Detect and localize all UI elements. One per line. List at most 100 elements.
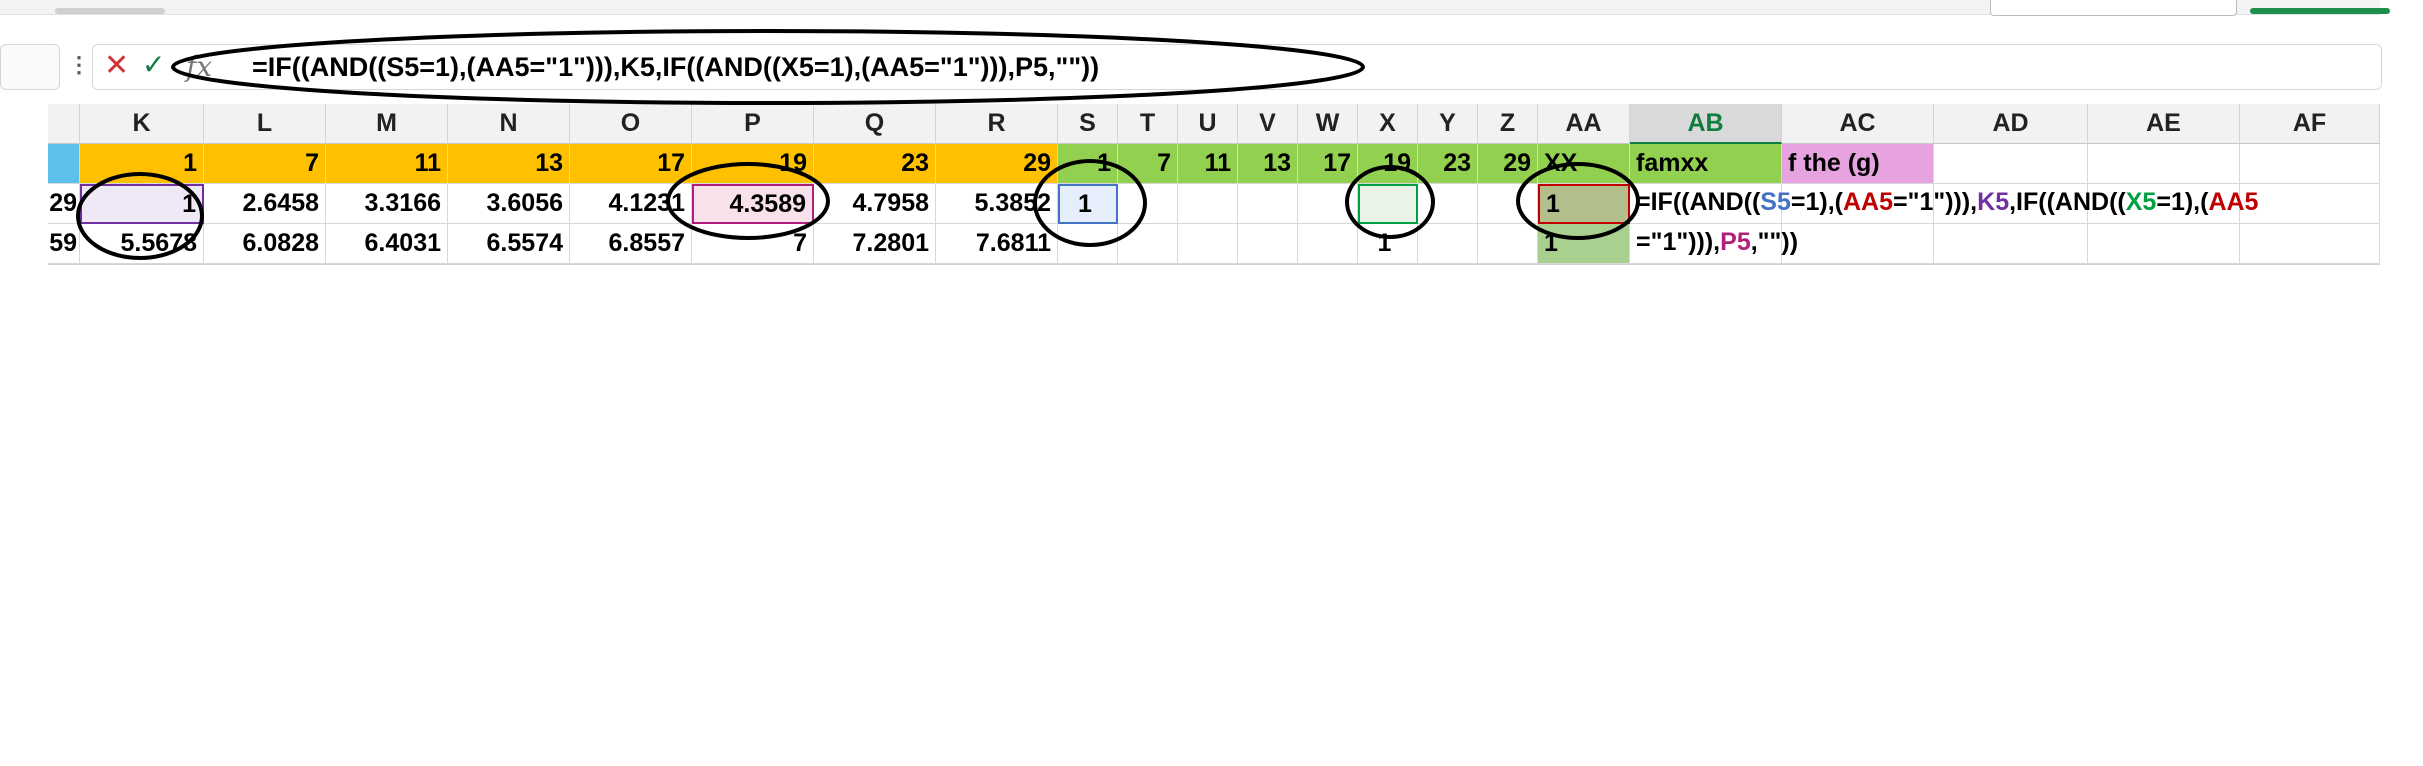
column-header-w[interactable]: W	[1298, 104, 1358, 144]
cell-n-4[interactable]: 13	[448, 144, 570, 184]
cell-k-5[interactable]: 1	[80, 184, 204, 224]
cell-l-6[interactable]: 6.0828	[204, 224, 326, 264]
cell-t-5[interactable]	[1118, 184, 1178, 224]
column-header-r[interactable]: R	[936, 104, 1058, 144]
cell-af-4[interactable]	[2240, 144, 2380, 184]
cell-s-6[interactable]	[1058, 224, 1118, 264]
column-header-ab[interactable]: AB	[1630, 104, 1782, 144]
column-header-y[interactable]: Y	[1418, 104, 1478, 144]
cell-v-5[interactable]	[1238, 184, 1298, 224]
cell-aa-4[interactable]: XX	[1538, 144, 1630, 184]
formula-part-p1: =IF((AND((	[1636, 188, 1761, 216]
cell-z-4[interactable]: 29	[1478, 144, 1538, 184]
cell-v-4[interactable]: 13	[1238, 144, 1298, 184]
column-header-ac[interactable]: AC	[1782, 104, 1934, 144]
cell-r-6[interactable]: 7.6811	[936, 224, 1058, 264]
cell-p-4[interactable]: 19	[692, 144, 814, 184]
column-header-af[interactable]: AF	[2240, 104, 2380, 144]
cell-ab-4[interactable]: famxx	[1630, 144, 1782, 184]
cell-y-4[interactable]: 23	[1418, 144, 1478, 184]
column-header-m[interactable]: M	[326, 104, 448, 144]
column-header-v[interactable]: V	[1238, 104, 1298, 144]
cell-m-4[interactable]: 11	[326, 144, 448, 184]
spreadsheet-grid: K L M N O P Q R S T U V W X Y Z AA AB AC AD AE AF 1 7 11 13 17 19 23…	[0, 0, 2380, 766]
cell-u-4[interactable]: 11	[1178, 144, 1238, 184]
grid-bottom-line	[48, 264, 2380, 265]
cell-q-6[interactable]: 7.2801	[814, 224, 936, 264]
formula-part-p10: AA5	[2208, 188, 2259, 216]
formula-part-p9: =1),(	[2156, 188, 2209, 216]
cell-p-6[interactable]: 7	[692, 224, 814, 264]
cell-o-6[interactable]: 6.8557	[570, 224, 692, 264]
column-header-n[interactable]: N	[448, 104, 570, 144]
cell-z-5[interactable]	[1478, 184, 1538, 224]
cell-ac-6[interactable]	[1782, 224, 1934, 264]
cell-z-6[interactable]	[1478, 224, 1538, 264]
column-header-x[interactable]: X	[1358, 104, 1418, 144]
cell-x-4[interactable]: 19	[1358, 144, 1418, 184]
cell-s-4[interactable]: 1	[1058, 144, 1118, 184]
cell-u-6[interactable]	[1178, 224, 1238, 264]
cell-v-6[interactable]	[1238, 224, 1298, 264]
cell-k-4[interactable]: 1	[80, 144, 204, 184]
cell-l-5[interactable]: 2.6458	[204, 184, 326, 224]
cell-w-5[interactable]	[1298, 184, 1358, 224]
column-header-q[interactable]: Q	[814, 104, 936, 144]
cell-q-5[interactable]: 4.7958	[814, 184, 936, 224]
cell-k-6[interactable]: 5.5678	[80, 224, 204, 264]
cell-formula-line-1[interactable]: =IF((AND((S5=1),(AA5="1"))),K5,IF((AND((…	[1636, 188, 2258, 217]
cell-partial-left[interactable]	[48, 144, 80, 184]
cell-ac-4[interactable]: f the (g)	[1782, 144, 1934, 184]
cell-t-4[interactable]: 7	[1118, 144, 1178, 184]
cell-x-6[interactable]: 1	[1358, 224, 1418, 264]
formula-part-p7: ,IF((AND((	[2009, 188, 2126, 216]
cell-af-6[interactable]	[2240, 224, 2380, 264]
cell-formula-line-2[interactable]: ="1"))),P5,""))	[1636, 228, 1798, 257]
column-header-ae[interactable]: AE	[2088, 104, 2240, 144]
column-header-l[interactable]: L	[204, 104, 326, 144]
cell-m-5[interactable]: 3.3166	[326, 184, 448, 224]
cell-w-4[interactable]: 17	[1298, 144, 1358, 184]
column-header-t[interactable]: T	[1118, 104, 1178, 144]
cell-n-6[interactable]: 6.5574	[448, 224, 570, 264]
cell-u-5[interactable]	[1178, 184, 1238, 224]
column-header-aa[interactable]: AA	[1538, 104, 1630, 144]
cell-q-4[interactable]: 23	[814, 144, 936, 184]
cell-ae-6[interactable]	[2088, 224, 2240, 264]
cell-ae-4[interactable]	[2088, 144, 2240, 184]
cell-s-5[interactable]: 1	[1058, 184, 1118, 224]
cell-ad-6[interactable]	[1934, 224, 2088, 264]
cell-x-5[interactable]	[1358, 184, 1418, 224]
cell-y-5[interactable]	[1418, 184, 1478, 224]
formula-part-p6: K5	[1977, 188, 2010, 216]
column-header-s[interactable]: S	[1058, 104, 1118, 144]
cell-w-6[interactable]	[1298, 224, 1358, 264]
column-header-o[interactable]: O	[570, 104, 692, 144]
cell-t-6[interactable]	[1118, 224, 1178, 264]
cell-m-6[interactable]: 6.4031	[326, 224, 448, 264]
formula-part-p3: =1),(	[1790, 188, 1843, 216]
column-header-k[interactable]: K	[80, 104, 204, 144]
cell-l-4[interactable]: 7	[204, 144, 326, 184]
cell-partial-left[interactable]: 59	[48, 224, 80, 264]
cell-r-4[interactable]: 29	[936, 144, 1058, 184]
cell-aa-5[interactable]: 1	[1538, 184, 1630, 224]
column-header-ad[interactable]: AD	[1934, 104, 2088, 144]
cell-af-5[interactable]	[2240, 184, 2380, 224]
column-header-u[interactable]: U	[1178, 104, 1238, 144]
column-header-p[interactable]: P	[692, 104, 814, 144]
column-header-partial[interactable]	[48, 104, 80, 144]
cell-n-5[interactable]: 3.6056	[448, 184, 570, 224]
cell-o-5[interactable]: 4.1231	[570, 184, 692, 224]
formula-part-p12: P5	[1720, 228, 1751, 256]
cell-y-6[interactable]	[1418, 224, 1478, 264]
cell-partial-left[interactable]: 29	[48, 184, 80, 224]
cell-ad-4[interactable]	[1934, 144, 2088, 184]
cell-p-5[interactable]: 4.3589	[692, 184, 814, 224]
cell-o-4[interactable]: 17	[570, 144, 692, 184]
cell-r-5[interactable]: 5.3852	[936, 184, 1058, 224]
column-header-z[interactable]: Z	[1478, 104, 1538, 144]
formula-part-p5: ="1"))),	[1893, 188, 1978, 216]
formula-part-p13: ,""))	[1750, 228, 1799, 256]
cell-aa-6[interactable]: 1	[1538, 224, 1630, 264]
